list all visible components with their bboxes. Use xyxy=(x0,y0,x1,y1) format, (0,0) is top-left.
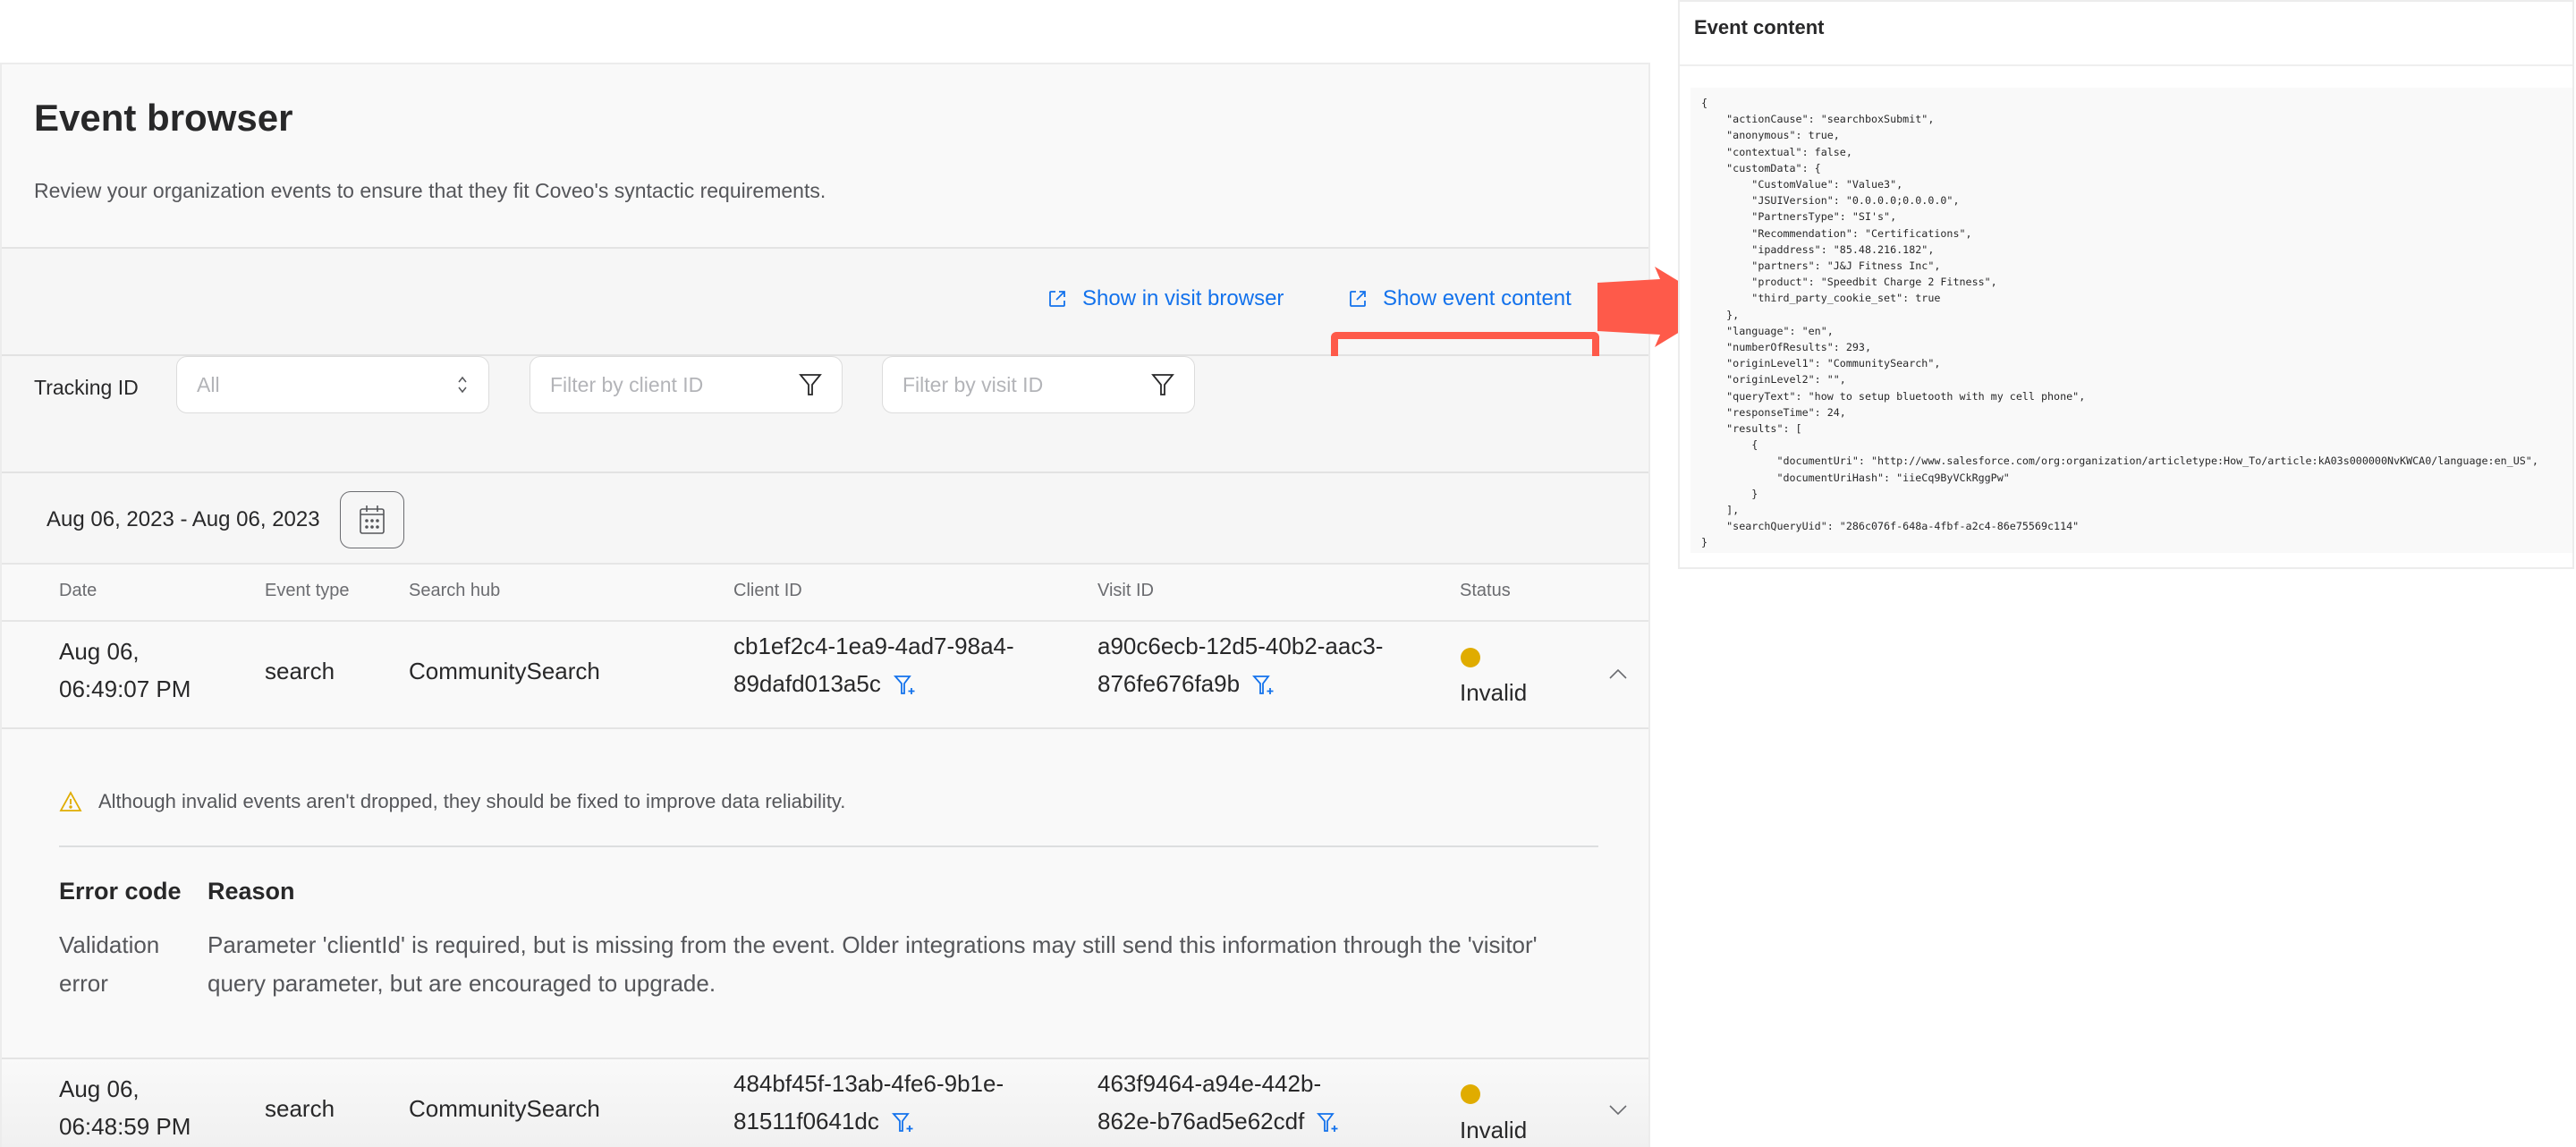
add-filter-icon[interactable] xyxy=(1317,1111,1340,1134)
event-date: Aug 06, 06:49:07 PM xyxy=(59,633,191,708)
add-filter-icon[interactable] xyxy=(1252,674,1275,697)
invalid-warning: Although invalid events aren't dropped, … xyxy=(59,790,845,813)
show-event-content-link[interactable]: Show event content xyxy=(1347,286,1572,311)
client-id-filter-input[interactable]: Filter by client ID xyxy=(530,356,843,413)
event-type: search xyxy=(265,658,335,684)
reason-header: Reason xyxy=(208,878,295,905)
search-hub: CommunitySearch xyxy=(409,658,600,684)
tracking-id-value: All xyxy=(197,372,220,396)
column-header-search-hub[interactable]: Search hub xyxy=(409,581,500,601)
external-link-icon xyxy=(1350,291,1366,307)
page-title: Event browser xyxy=(34,97,293,139)
calendar-icon xyxy=(360,506,385,534)
visit-id-line: 876fe676fa9b xyxy=(1097,670,1241,697)
detail-divider xyxy=(59,845,1598,847)
event-type: search xyxy=(265,1095,335,1122)
warning-text: Although invalid events aren't dropped, … xyxy=(98,790,846,812)
visit-id: a90c6ecb-12d5-40b2-aac3- 876fe676fa9b xyxy=(1097,627,1383,702)
select-updown-icon xyxy=(458,376,467,394)
client-id-line: 81511f0641dc xyxy=(733,1108,879,1134)
event-date: Aug 06, 06:48:59 PM xyxy=(59,1070,191,1145)
event-time-line: 06:48:59 PM xyxy=(59,1113,191,1140)
show-in-visit-browser-link[interactable]: Show in visit browser xyxy=(1046,286,1284,311)
add-filter-icon[interactable] xyxy=(893,674,917,697)
external-link-icon xyxy=(1049,291,1065,307)
status-label: Invalid xyxy=(1460,1117,1528,1143)
chevron-down-icon[interactable] xyxy=(1608,1104,1628,1117)
date-range-row: Aug 06, 2023 - Aug 06, 2023 xyxy=(2,473,1648,563)
search-hub: CommunitySearch xyxy=(409,1095,600,1122)
table-row[interactable]: Aug 06, 06:49:07 PM search CommunitySear… xyxy=(2,620,1648,727)
error-reason-line: Parameter 'clientId' is required, but is… xyxy=(208,931,1538,958)
column-header-visit-id[interactable]: Visit ID xyxy=(1097,581,1154,601)
event-browser-panel: Event browser Review your organization e… xyxy=(0,63,1650,1147)
show-event-content-label: Show event content xyxy=(1383,286,1572,310)
page-description: Review your organization events to ensur… xyxy=(34,179,826,202)
error-code: Validation error xyxy=(59,926,159,1003)
column-header-date[interactable]: Date xyxy=(59,581,97,601)
chevron-up-icon[interactable] xyxy=(1608,667,1628,680)
expanded-row-detail: Although invalid events aren't dropped, … xyxy=(2,727,1648,1060)
warning-icon xyxy=(59,791,82,811)
visit-id-filter-input[interactable]: Filter by visit ID xyxy=(882,356,1195,413)
filters-row: Tracking ID All Filter by client ID Filt… xyxy=(2,356,1648,473)
visit-id-line: 463f9464-a94e-442b- xyxy=(1097,1070,1322,1097)
add-filter-icon[interactable] xyxy=(891,1111,915,1134)
error-reason-line: query parameter, but are encouraged to u… xyxy=(208,970,716,997)
client-id-line: 484bf45f-13ab-4fe6-9b1e- xyxy=(733,1070,1004,1097)
event-date-line: Aug 06, xyxy=(59,638,140,665)
error-code-line: Validation xyxy=(59,931,160,958)
client-id-line: 89dafd013a5c xyxy=(733,670,881,697)
visit-id: 463f9464-a94e-442b- 862e-b76ad5e62cdf xyxy=(1097,1065,1340,1140)
event-content-title: Event content xyxy=(1694,16,1825,38)
status-label: Invalid xyxy=(1460,679,1528,706)
status-dot xyxy=(1461,1084,1480,1104)
error-reason: Parameter 'clientId' is required, but is… xyxy=(208,926,1538,1003)
client-id-line: cb1ef2c4-1ea9-4ad7-98a4- xyxy=(733,633,1014,659)
client-id: cb1ef2c4-1ea9-4ad7-98a4- 89dafd013a5c xyxy=(733,627,1014,702)
client-id: 484bf45f-13ab-4fe6-9b1e- 81511f0641dc xyxy=(733,1065,1004,1140)
tracking-id-label: Tracking ID xyxy=(34,376,139,399)
tracking-id-select[interactable]: All xyxy=(176,356,489,413)
filter-icon xyxy=(799,374,822,395)
column-header-event-type[interactable]: Event type xyxy=(265,581,350,601)
event-json-code: { "actionCause": "searchboxSubmit", "ano… xyxy=(1690,88,2572,553)
event-date-line: Aug 06, xyxy=(59,1075,140,1102)
visit-id-line: a90c6ecb-12d5-40b2-aac3- xyxy=(1097,633,1384,659)
date-range-text: Aug 06, 2023 - Aug 06, 2023 xyxy=(47,507,320,531)
visit-id-placeholder: Filter by visit ID xyxy=(902,372,1044,396)
visit-id-line: 862e-b76ad5e62cdf xyxy=(1097,1108,1305,1134)
show-in-visit-browser-label: Show in visit browser xyxy=(1082,286,1284,310)
table-header: Date Event type Search hub Client ID Vis… xyxy=(2,563,1648,622)
date-picker-button[interactable] xyxy=(340,491,404,548)
error-code-line: error xyxy=(59,970,108,997)
table-row[interactable]: Aug 06, 06:48:59 PM search CommunitySear… xyxy=(2,1058,1648,1147)
event-time-line: 06:49:07 PM xyxy=(59,675,191,702)
error-code-header: Error code xyxy=(59,878,182,905)
filter-icon xyxy=(1151,374,1174,395)
event-toolbar: Show in visit browser Show event content xyxy=(2,249,1648,404)
column-header-client-id[interactable]: Client ID xyxy=(733,581,802,601)
event-content-divider xyxy=(1680,64,2572,66)
status-dot xyxy=(1461,648,1480,667)
client-id-placeholder: Filter by client ID xyxy=(550,372,704,396)
column-header-status[interactable]: Status xyxy=(1460,581,1511,601)
event-content-panel: Event content { "actionCause": "searchbo… xyxy=(1678,0,2574,569)
